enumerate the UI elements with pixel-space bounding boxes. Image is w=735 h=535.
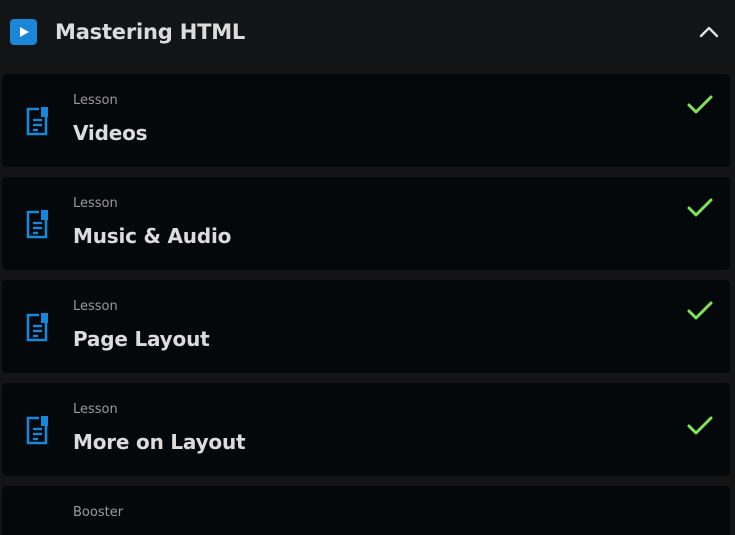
module-title: Mastering HTML [55,20,246,44]
check-icon [686,94,714,116]
item-kind: Booster [73,505,124,520]
lesson-card[interactable]: Lesson Videos [2,74,730,167]
document-icon [25,209,49,240]
item-title: Page Layout [73,327,210,351]
check-icon [686,300,714,322]
item-kind: Lesson [73,196,118,211]
item-kind: Lesson [73,299,118,314]
lesson-card[interactable]: Lesson Music & Audio [2,177,730,270]
item-title: Videos [73,121,148,145]
play-icon [10,19,37,45]
document-icon [25,312,49,343]
document-icon [25,106,49,137]
item-kind: Lesson [73,93,118,108]
module-header[interactable]: Mastering HTML [0,0,735,66]
booster-card[interactable]: Booster [2,486,730,535]
chevron-up-icon[interactable] [697,20,721,44]
item-title: More on Layout [73,430,246,454]
lesson-card[interactable]: Lesson Page Layout [2,280,730,373]
item-kind: Lesson [73,402,118,417]
lesson-card[interactable]: Lesson More on Layout [2,383,730,476]
check-icon [686,197,714,219]
document-icon [25,415,49,446]
check-icon [686,415,714,437]
item-title: Music & Audio [73,224,232,248]
module-panel: Mastering HTML Lesson Videos Lesson Musi… [0,0,735,535]
